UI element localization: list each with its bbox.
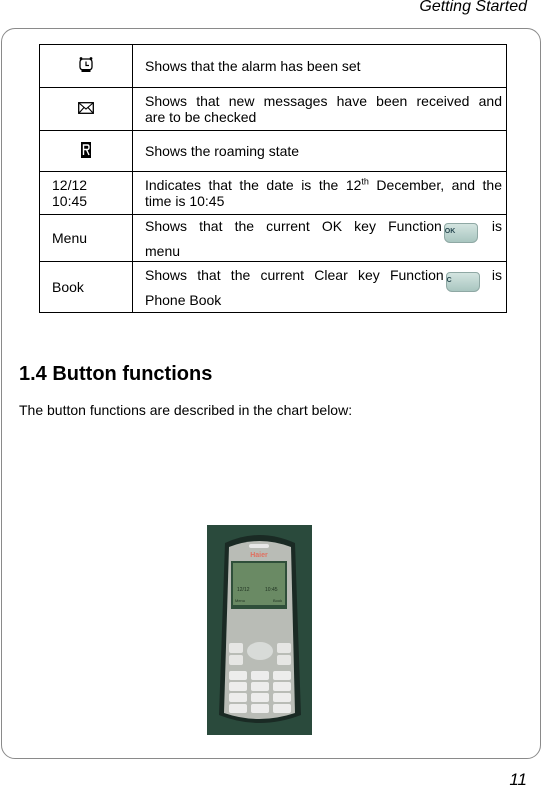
earpiece-icon — [249, 544, 269, 548]
symbol-cell — [39, 44, 133, 88]
description-cell: Indicates that the date is the 12th Dece… — [132, 171, 507, 215]
description-cell: Shows that the current OK key Function OK… — [132, 214, 507, 262]
softkey-label-book: Book — [52, 279, 84, 295]
description-line: Shows that the current OK key Function OK… — [145, 218, 502, 243]
description-line: Indicates that the date is the 12th Dece… — [145, 177, 502, 193]
ok-key — [229, 643, 243, 653]
screen-time: 10:45 — [265, 587, 278, 593]
softkey-label-menu: Menu — [52, 230, 88, 246]
screen-left-softkey: Menu — [235, 598, 245, 603]
symbol-cell — [39, 130, 133, 172]
screen-date: 12/12 — [237, 587, 250, 593]
time-value: 10:45 — [52, 193, 88, 209]
description-text: Indicates that the date is the 12 — [145, 177, 362, 193]
description-cell: Shows the roaming state — [132, 130, 507, 172]
symbol-cell: Menu — [39, 214, 133, 262]
description-text: Shows the roaming state — [145, 143, 300, 159]
ordinal-suffix: th — [361, 176, 369, 187]
section-intro: The button functions are described in th… — [19, 402, 353, 418]
status-icons-table: Shows that the alarm has been set Shows … — [39, 44, 507, 313]
envelope-icon — [78, 102, 94, 114]
key-3 — [273, 671, 291, 680]
description-text: December, and the — [368, 177, 502, 193]
symbol-cell: 12/12 10:45 — [39, 171, 133, 215]
table-row: 12/12 10:45 Indicates that the date is t… — [39, 171, 507, 215]
key-7 — [229, 693, 247, 702]
description-line: Phone Book — [145, 291, 222, 308]
date-value: 12/12 — [52, 177, 88, 193]
call-key — [229, 655, 243, 665]
table-row: Shows the roaming state — [39, 130, 507, 172]
description-line: Shows that the current Clear key Functio… — [145, 267, 502, 292]
page-number: 11 — [509, 770, 527, 789]
table-row: Menu Shows that the current OK key Funct… — [39, 214, 507, 262]
key-2 — [251, 671, 269, 680]
alarm-clock-icon — [79, 56, 93, 72]
description-line: Shows that new messages have been receiv… — [145, 93, 502, 109]
nav-key — [247, 642, 273, 660]
description-line: are to be checked — [145, 109, 257, 125]
key-hash — [273, 704, 291, 713]
description-text: is — [481, 266, 503, 283]
symbol-cell — [39, 87, 133, 131]
clear-key-icon: C — [445, 271, 480, 292]
symbol-cell: Book — [39, 261, 133, 313]
brand-logo: Haier — [250, 552, 268, 559]
table-row: Shows that new messages have been receiv… — [39, 87, 507, 131]
end-key — [277, 655, 291, 665]
key-6 — [273, 682, 291, 691]
key-0 — [251, 704, 269, 713]
description-line: time is 10:45 — [145, 193, 225, 209]
phone-photo: Haier 12/12 10:45 Menu Book — [207, 525, 312, 735]
description-cell: Shows that the alarm has been set — [132, 44, 507, 88]
key-1 — [229, 671, 247, 680]
description-cell: Shows that the current Clear key Functio… — [132, 261, 507, 313]
screen-right-softkey: Book — [273, 598, 282, 603]
description-text: Shows that the current OK key Function — [145, 217, 442, 234]
key-9 — [273, 693, 291, 702]
description-cell: Shows that new messages have been receiv… — [132, 87, 507, 131]
running-header: Getting Started — [419, 0, 527, 15]
description-text: Shows that the alarm has been set — [145, 58, 361, 74]
key-5 — [251, 682, 269, 691]
roaming-r-icon — [81, 141, 91, 158]
key-8 — [251, 693, 269, 702]
key-star — [229, 704, 247, 713]
section-heading: 1.4 Button functions — [19, 363, 213, 385]
description-text: is — [479, 217, 502, 234]
description-line: menu — [145, 242, 181, 259]
ok-key-icon: OK — [443, 222, 478, 243]
description-text: Shows that the current Clear key Functio… — [145, 266, 444, 283]
table-row: Book Shows that the current Clear key Fu… — [39, 261, 507, 313]
key-4 — [229, 682, 247, 691]
table-row: Shows that the alarm has been set — [39, 44, 507, 88]
clear-key — [277, 643, 291, 653]
